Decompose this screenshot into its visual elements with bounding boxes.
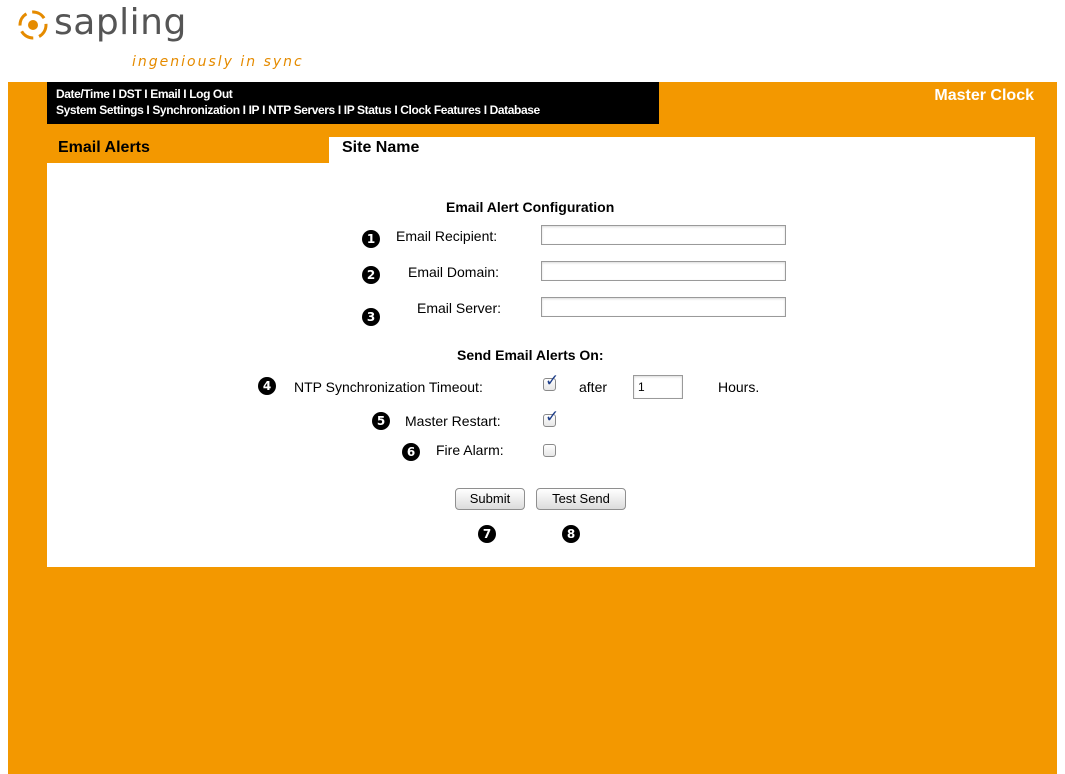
ntp-hours-input[interactable]: [633, 375, 683, 399]
email-server-input[interactable]: [541, 297, 786, 317]
section-title: Email Alerts: [58, 139, 150, 156]
nav-link-ntp-servers[interactable]: NTP Servers: [268, 103, 335, 117]
nav-separator: I: [146, 103, 150, 117]
nav-separator: I: [242, 103, 246, 117]
checkmark-icon: ✓: [545, 371, 560, 391]
callout-badge-5: 5: [372, 412, 390, 430]
fire-alarm-checkbox[interactable]: [543, 444, 556, 457]
site-name: Site Name: [342, 139, 420, 156]
callout-badge-2: 2: [362, 266, 380, 284]
email-domain-label: Email Domain:: [408, 264, 500, 280]
nav-separator: I: [183, 87, 187, 101]
submit-button[interactable]: Submit: [455, 488, 525, 510]
sapling-logo: sapling ingeniously in sync: [18, 2, 338, 70]
config-heading: Email Alert Configuration: [446, 199, 615, 215]
callout-badge-4: 4: [258, 377, 276, 395]
nav-link-system-settings[interactable]: System Settings: [56, 103, 144, 117]
brand-tagline: ingeniously in sync: [132, 54, 304, 70]
callout-badge-7: 7: [478, 525, 496, 543]
nav-link-synchronization[interactable]: Synchronization: [152, 103, 240, 117]
nav-separator: I: [483, 103, 487, 117]
callout-badge-1: 1: [362, 230, 380, 248]
nav-link-clock-features[interactable]: Clock Features: [400, 103, 481, 117]
callout-badge-6: 6: [402, 443, 420, 461]
callout-badge-3: 3: [362, 308, 380, 326]
device-title: Master Clock: [934, 87, 1034, 104]
nav-separator: I: [262, 103, 266, 117]
nav-link-ip[interactable]: IP: [249, 103, 260, 117]
email-domain-input[interactable]: [541, 261, 786, 281]
nav-separator: I: [144, 87, 148, 101]
email-recipient-label: Email Recipient:: [396, 228, 498, 244]
hours-label: Hours.: [718, 379, 760, 395]
checkmark-icon: ✓: [545, 407, 560, 427]
fire-alarm-label: Fire Alarm:: [436, 442, 504, 458]
nav-separator: I: [337, 103, 341, 117]
nav-link-datetime[interactable]: Date/Time: [56, 87, 110, 101]
nav-link-dst[interactable]: DST: [118, 87, 141, 101]
brand-name: sapling: [54, 2, 187, 43]
ntp-timeout-checkbox[interactable]: ✓: [543, 373, 559, 391]
after-label: after: [579, 379, 608, 395]
nav-link-database[interactable]: Database: [490, 103, 541, 117]
callout-badge-8: 8: [562, 525, 580, 543]
alerts-heading: Send Email Alerts On:: [457, 347, 604, 363]
master-restart-label: Master Restart:: [405, 413, 501, 429]
email-server-label: Email Server:: [417, 300, 502, 316]
test-send-button[interactable]: Test Send: [536, 488, 626, 510]
nav-link-logout[interactable]: Log Out: [189, 87, 233, 101]
nav-separator: I: [394, 103, 398, 117]
ntp-timeout-label: NTP Synchronization Timeout:: [294, 379, 483, 395]
sapling-logo-icon: [18, 10, 48, 40]
top-navigation: Date/Time I DST I Email I Log Out System Setti…: [47, 82, 659, 124]
nav-row-2: System Settings I Synchronization I IP I NTP S…: [56, 102, 540, 118]
nav-row-1: Date/Time I DST I Email I Log Out: [56, 86, 233, 102]
master-restart-checkbox[interactable]: ✓: [543, 409, 559, 427]
nav-link-ip-status[interactable]: IP Status: [344, 103, 392, 117]
email-recipient-input[interactable]: [541, 225, 786, 245]
nav-link-email[interactable]: Email: [150, 87, 180, 101]
